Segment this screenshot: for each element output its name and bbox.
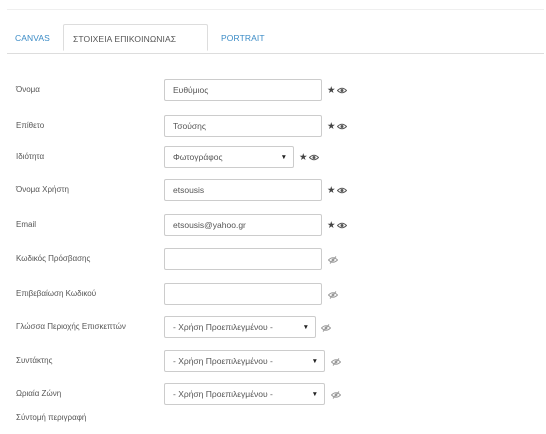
password-label: Κωδικός Πρόσβασης xyxy=(16,254,91,263)
occupation-select[interactable]: Φωτογράφος ▼ xyxy=(164,146,294,168)
email-label: Email xyxy=(16,220,37,229)
eye-icon[interactable] xyxy=(336,120,347,132)
password-row: Κωδικός Πρόσβασης xyxy=(0,248,546,272)
email-icons: ★ xyxy=(327,219,347,231)
eye-slash-icon[interactable] xyxy=(327,253,339,265)
password-confirm-field[interactable] xyxy=(164,283,322,305)
eye-slash-icon[interactable] xyxy=(330,388,342,400)
site-language-icons xyxy=(320,321,332,333)
short-description-row: Σύντομή περιγραφή xyxy=(0,409,546,433)
caret-down-icon: ▼ xyxy=(302,324,309,331)
editor-label: Συντάκτης xyxy=(16,356,53,365)
timezone-select-value: - Χρήση Προεπιλεγμένου - xyxy=(173,389,273,399)
site-language-row: Γλώσσα Περιοχής Επισκεπτών - Χρήση Προεπ… xyxy=(0,316,546,340)
eye-slash-icon[interactable] xyxy=(330,355,342,367)
star-icon[interactable]: ★ xyxy=(299,152,308,164)
password-confirm-label: Επιβεβαίωση Κωδικού xyxy=(16,289,97,298)
caret-down-icon: ▼ xyxy=(280,154,287,161)
eye-icon[interactable] xyxy=(336,84,347,96)
eye-icon[interactable] xyxy=(336,184,347,196)
editor-row: Συντάκτης - Χρήση Προεπιλεγμένου - ▼ xyxy=(0,350,546,374)
last-name-icons: ★ xyxy=(327,120,347,132)
site-language-select[interactable]: - Χρήση Προεπιλεγμένου - ▼ xyxy=(164,316,316,338)
profile-edit-page: CANVAS ΣΤΟΙΧΕΙΑ ΕΠΙΚΟΙΝΩΝΙΑΣ PORTRAIT Όν… xyxy=(0,0,546,434)
last-name-label: Επίθετο xyxy=(16,121,45,130)
username-label: Όνομα Χρήστη xyxy=(16,185,69,194)
eye-slash-icon[interactable] xyxy=(327,288,339,300)
occupation-icons: ★ xyxy=(299,151,319,163)
eye-icon[interactable] xyxy=(308,151,319,163)
last-name-row: Επίθετο ★ xyxy=(0,115,546,139)
first-name-row: Όνομα ★ xyxy=(0,79,546,103)
email-row: Email ★ xyxy=(0,214,546,238)
caret-down-icon: ▼ xyxy=(311,358,318,365)
username-row: Όνομα Χρήστη ★ xyxy=(0,179,546,203)
star-icon[interactable]: ★ xyxy=(327,121,336,133)
editor-select-value: - Χρήση Προεπιλεγμένου - xyxy=(173,356,273,366)
occupation-label: Ιδιότητα xyxy=(16,152,45,161)
timezone-row: Ωριαία Ζώνη - Χρήση Προεπιλεγμένου - ▼ xyxy=(0,383,546,407)
username-field[interactable] xyxy=(164,179,322,201)
occupation-row: Ιδιότητα Φωτογράφος ▼ ★ xyxy=(0,146,546,170)
star-icon[interactable]: ★ xyxy=(327,185,336,197)
occupation-select-value: Φωτογράφος xyxy=(173,152,223,162)
first-name-icons: ★ xyxy=(327,84,347,96)
password-confirm-icons xyxy=(327,288,339,300)
tab-bar: CANVAS ΣΤΟΙΧΕΙΑ ΕΠΙΚΟΙΝΩΝΙΑΣ PORTRAIT xyxy=(7,24,544,54)
timezone-select[interactable]: - Χρήση Προεπιλεγμένου - ▼ xyxy=(164,383,325,405)
password-field[interactable] xyxy=(164,248,322,270)
top-divider xyxy=(7,9,544,10)
tab-contact-details[interactable]: ΣΤΟΙΧΕΙΑ ΕΠΙΚΟΙΝΩΝΙΑΣ xyxy=(63,24,208,51)
last-name-field[interactable] xyxy=(164,115,322,137)
tab-canvas[interactable]: CANVAS xyxy=(15,25,50,52)
timezone-icons xyxy=(330,388,342,400)
site-language-select-value: - Χρήση Προεπιλεγμένου - xyxy=(173,322,273,332)
editor-icons xyxy=(330,355,342,367)
timezone-label: Ωριαία Ζώνη xyxy=(16,389,62,398)
star-icon[interactable]: ★ xyxy=(327,220,336,232)
site-language-label: Γλώσσα Περιοχής Επισκεπτών xyxy=(16,322,126,331)
eye-icon[interactable] xyxy=(336,219,347,231)
password-icons xyxy=(327,253,339,265)
star-icon[interactable]: ★ xyxy=(327,85,336,97)
email-field[interactable] xyxy=(164,214,322,236)
short-description-label: Σύντομή περιγραφή xyxy=(16,413,87,422)
eye-slash-icon[interactable] xyxy=(320,321,332,333)
first-name-label: Όνομα xyxy=(16,85,40,94)
first-name-field[interactable] xyxy=(164,79,322,101)
caret-down-icon: ▼ xyxy=(311,391,318,398)
tab-portrait[interactable]: PORTRAIT xyxy=(221,25,265,52)
username-icons: ★ xyxy=(327,184,347,196)
password-confirm-row: Επιβεβαίωση Κωδικού xyxy=(0,283,546,307)
editor-select[interactable]: - Χρήση Προεπιλεγμένου - ▼ xyxy=(164,350,325,372)
